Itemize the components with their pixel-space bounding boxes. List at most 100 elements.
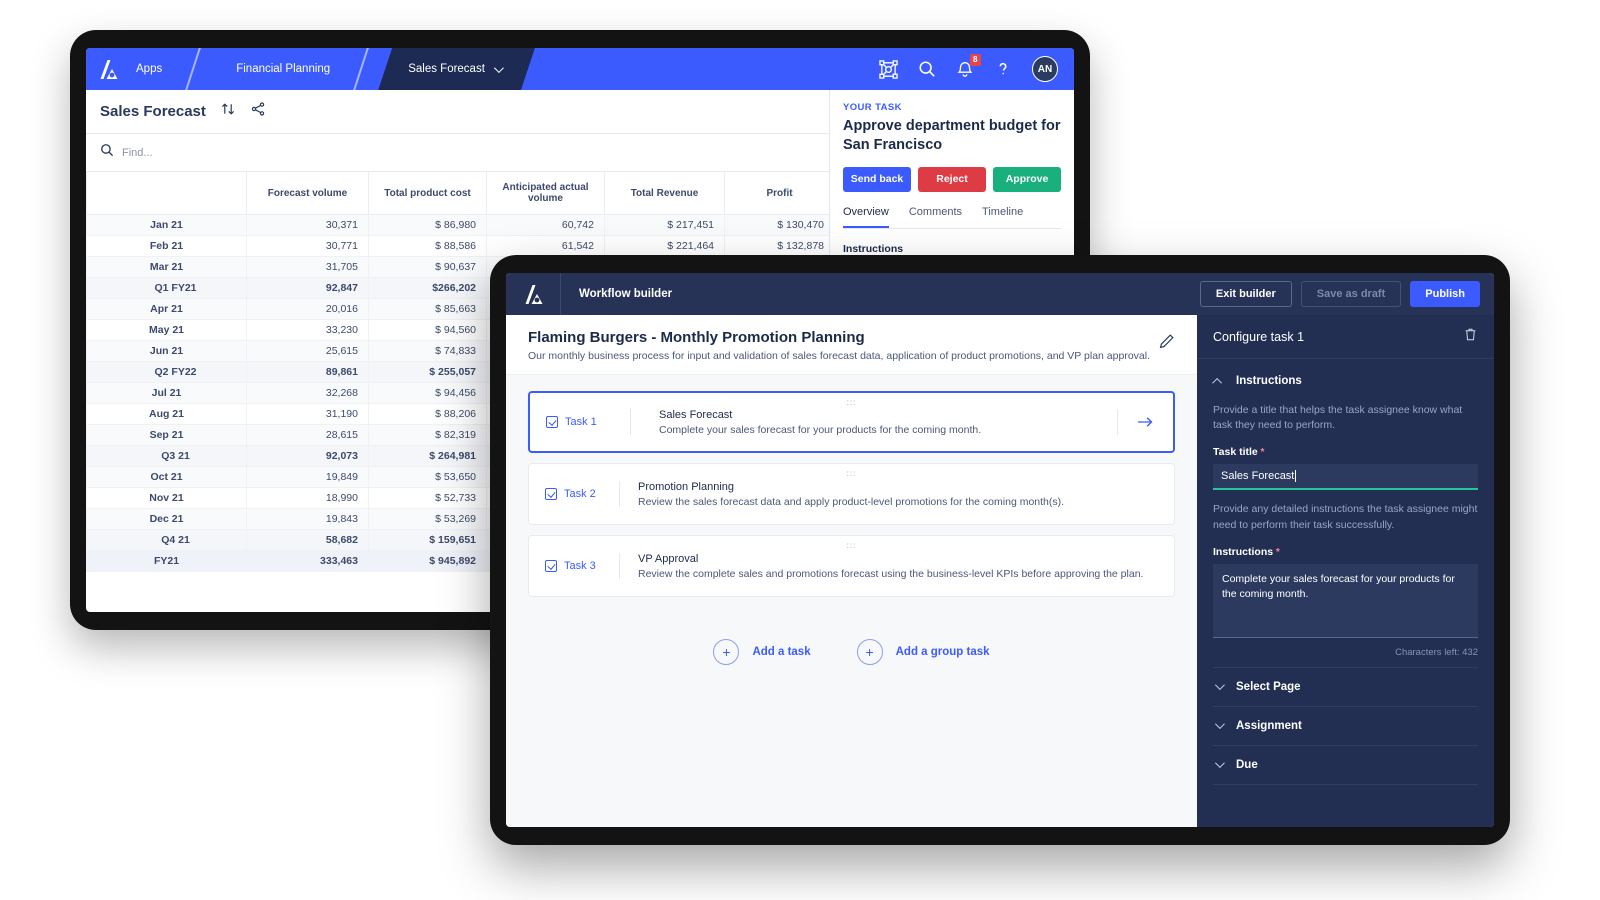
checkbox-icon[interactable] (546, 416, 558, 428)
tab-timeline[interactable]: Timeline (982, 206, 1023, 228)
task-title-label: Task title * (1213, 446, 1478, 458)
cell-value: 30,771 (247, 236, 369, 257)
cell-value: $ 90,637 (369, 257, 487, 278)
cell-value: $ 94,560 (369, 320, 487, 341)
cell-value: 89,861 (247, 362, 369, 383)
row-label: Oct 21 (87, 467, 247, 488)
cell-value: 92,073 (247, 446, 369, 467)
workflow-top-actions: Exit builder Save as draft Publish (1200, 281, 1494, 307)
checkbox-icon[interactable] (545, 560, 557, 572)
add-actions-row: + Add a task + Add a group task (506, 639, 1197, 665)
assignment-section[interactable]: Assignment (1213, 707, 1478, 746)
cell-value: $ 159,651 (369, 530, 487, 551)
notifications-icon[interactable]: 8 (956, 60, 974, 78)
search-input[interactable]: Find... (122, 147, 153, 159)
tab-overview[interactable]: Overview (843, 206, 889, 228)
reject-button[interactable]: Reject (918, 167, 986, 192)
checkbox-icon[interactable] (545, 488, 557, 500)
workflow-builder-window: Workflow builder Exit builder Save as dr… (490, 255, 1510, 845)
breadcrumb-financial-planning[interactable]: Financial Planning (210, 48, 352, 90)
cell-value: 61,542 (487, 236, 605, 257)
cell-value: $ 94,456 (369, 383, 487, 404)
row-label: Apr 21 (87, 299, 247, 320)
breadcrumb-apps[interactable]: Apps (130, 48, 184, 90)
task-card[interactable]: :::Task 3VP ApprovalReview the complete … (528, 535, 1175, 597)
cell-value: $ 53,269 (369, 509, 487, 530)
task-card[interactable]: :::Task 2Promotion PlanningReview the sa… (528, 463, 1175, 525)
network-icon[interactable] (879, 60, 898, 79)
column-header-forecast-volume: Forecast volume (247, 172, 369, 215)
send-back-button[interactable]: Send back (843, 167, 911, 192)
task-content: VP ApprovalReview the complete sales and… (638, 553, 1174, 580)
cell-value: $ 217,451 (605, 215, 725, 236)
add-group-task-button[interactable]: + Add a group task (857, 639, 990, 665)
cell-value: 60,742 (487, 215, 605, 236)
task-title-help-text: Provide a title that helps the task assi… (1213, 403, 1478, 433)
cell-value: 30,371 (247, 215, 369, 236)
task-name: Sales Forecast (659, 409, 1107, 421)
column-header-profit: Profit (725, 172, 835, 215)
help-icon[interactable] (994, 60, 1012, 78)
instructions-field-label: Instructions * (1213, 546, 1478, 558)
chevron-down-icon (1215, 720, 1225, 730)
cell-value: 33,230 (247, 320, 369, 341)
cell-value: $ 74,833 (369, 341, 487, 362)
breadcrumb-financial-planning-label: Financial Planning (236, 63, 330, 75)
row-label: Dec 21 (87, 509, 247, 530)
drag-handle-icon[interactable]: ::: (847, 400, 857, 406)
column-header-period (87, 172, 247, 215)
chevron-down-icon (1215, 759, 1225, 769)
publish-button[interactable]: Publish (1410, 281, 1480, 307)
task-instructions-label: Instructions (843, 243, 1061, 255)
row-label: Aug 21 (87, 404, 247, 425)
avatar[interactable]: AN (1032, 56, 1058, 82)
cell-value: 19,843 (247, 509, 369, 530)
app-logo (86, 60, 130, 79)
cell-value: $266,202 (369, 278, 487, 299)
drag-handle-icon[interactable]: ::: (847, 471, 857, 477)
cell-value: 58,682 (247, 530, 369, 551)
instructions-section-toggle[interactable]: Instructions (1213, 359, 1478, 391)
tab-comments[interactable]: Comments (909, 206, 962, 228)
trash-icon[interactable] (1463, 327, 1478, 347)
row-label: Q4 21 (87, 530, 247, 551)
sort-icon[interactable] (220, 101, 236, 122)
due-section[interactable]: Due (1213, 746, 1478, 785)
cell-value: 28,615 (247, 425, 369, 446)
open-task-arrow-icon[interactable] (1117, 409, 1173, 435)
approve-button[interactable]: Approve (993, 167, 1061, 192)
row-label: Jul 21 (87, 383, 247, 404)
breadcrumb-apps-label: Apps (136, 63, 162, 75)
pencil-icon[interactable] (1158, 329, 1175, 355)
column-header-total-revenue: Total Revenue (605, 172, 725, 215)
row-label: Q3 21 (87, 446, 247, 467)
exit-builder-button[interactable]: Exit builder (1200, 281, 1292, 307)
save-as-draft-button[interactable]: Save as draft (1301, 281, 1401, 307)
cell-value: 31,190 (247, 404, 369, 425)
cell-value: 19,849 (247, 467, 369, 488)
breadcrumb-sales-forecast[interactable]: Sales Forecast (378, 48, 535, 90)
screenshot-stage: Apps Financial Planning Sales Forecast (0, 0, 1600, 900)
cell-value: $ 53,650 (369, 467, 487, 488)
workflow-top-bar: Workflow builder Exit builder Save as dr… (506, 273, 1494, 315)
chevron-up-icon (1212, 377, 1222, 387)
app-logo-icon (523, 285, 544, 304)
search-icon (100, 143, 114, 162)
row-label: Jun 21 (87, 341, 247, 362)
project-description: Our monthly business process for input a… (528, 350, 1150, 362)
task-description: Review the sales forecast data and apply… (638, 496, 1174, 508)
share-icon[interactable] (250, 101, 266, 122)
add-task-button[interactable]: + Add a task (713, 639, 810, 665)
drag-handle-icon[interactable]: ::: (847, 543, 857, 549)
select-page-section[interactable]: Select Page (1213, 668, 1478, 707)
search-icon[interactable] (918, 60, 936, 78)
instructions-textarea[interactable]: Complete your sales forecast for your pr… (1213, 564, 1478, 638)
cell-value: $ 88,206 (369, 404, 487, 425)
configure-panel-body: Instructions Provide a title that helps … (1197, 359, 1494, 827)
task-number: Task 2 (545, 488, 617, 500)
row-label: Feb 21 (87, 236, 247, 257)
task-card[interactable]: :::Task 1Sales ForecastComplete your sal… (528, 391, 1175, 453)
plus-icon: + (857, 639, 883, 665)
workflow-canvas: Flaming Burgers - Monthly Promotion Plan… (506, 315, 1197, 827)
task-title-input[interactable]: Sales Forecast (1213, 464, 1478, 490)
